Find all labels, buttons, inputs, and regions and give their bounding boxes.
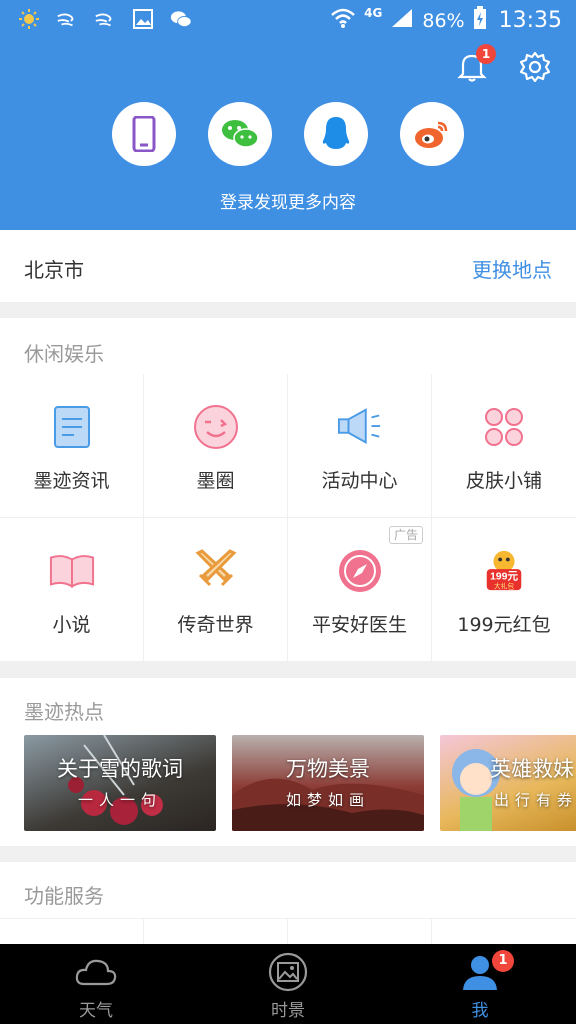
megaphone-icon xyxy=(337,404,383,450)
grid-item-red-envelope[interactable]: 199元 大礼包 199元红包 xyxy=(432,518,576,662)
badge-text: 199元 xyxy=(490,571,519,583)
badge-sub: 大礼包 xyxy=(494,581,514,590)
section-title: 休闲娱乐 xyxy=(24,342,104,366)
hot-card-subtitle: 出行有券 xyxy=(494,791,576,809)
photo-icon xyxy=(266,952,310,992)
wind-icon xyxy=(94,8,116,30)
grid-item-label: 传奇世界 xyxy=(177,614,254,636)
clock: 13:35 xyxy=(498,8,562,33)
grid-item-skin-shop[interactable]: 皮肤小铺 xyxy=(432,374,576,518)
login-options xyxy=(0,102,576,166)
notification-icons xyxy=(18,8,192,30)
weibo-login-button[interactable] xyxy=(400,102,464,166)
grid-item-label: 皮肤小铺 xyxy=(465,470,542,492)
section-title: 墨迹热点 xyxy=(24,700,104,724)
me-tab-badge: 1 xyxy=(492,950,514,972)
qq-icon xyxy=(322,117,350,149)
cartoon-image xyxy=(452,749,500,831)
location-row: 北京市 更换地点 xyxy=(0,230,576,302)
status-bar: 4G 86% 13:35 xyxy=(0,0,576,40)
compass-icon xyxy=(337,548,383,594)
phone-icon xyxy=(132,116,156,152)
wind-icon xyxy=(56,8,78,30)
sun-icon xyxy=(18,8,40,30)
tab-label: 天气 xyxy=(79,1001,113,1021)
hot-section: 墨迹热点 关于雪的歌词 一人一句 万物美景 如梦如画 英雄救妹 出行有券 xyxy=(0,678,576,846)
grid-item-label: 活动中心 xyxy=(321,470,398,492)
grid-item-label: 小说 xyxy=(52,614,91,636)
tab-me[interactable]: 我 xyxy=(384,944,576,1024)
swords-icon xyxy=(193,548,239,594)
phone-login-button[interactable] xyxy=(112,102,176,166)
login-prompt[interactable]: 登录发现更多内容 xyxy=(0,188,576,213)
hot-card[interactable]: 英雄救妹 出行有券 xyxy=(440,735,576,831)
hot-card-title: 英雄救妹 xyxy=(490,757,574,781)
smiley-icon xyxy=(193,404,239,450)
wechat-icon xyxy=(222,120,259,148)
hot-card[interactable]: 万物美景 如梦如画 xyxy=(232,735,424,831)
weibo-icon xyxy=(415,121,448,148)
grid-item-label: 墨圈 xyxy=(196,470,235,492)
book-icon xyxy=(49,548,95,594)
grid-item-label: 墨迹资讯 xyxy=(33,470,110,492)
profile-header: 4G 86% 13:35 1 登录发现更多内容 xyxy=(0,0,576,230)
flower-icon xyxy=(481,404,527,450)
leisure-section: 休闲娱乐 墨迹资讯 墨圈 活动中心 皮肤小铺 小说 传奇世界 广告 平安好医生 … xyxy=(0,318,576,662)
tab-label: 时景 xyxy=(271,1001,305,1021)
services-section: 功能服务 xyxy=(0,862,576,944)
ad-tag: 广告 xyxy=(388,526,423,544)
tab-weather[interactable]: 天气 xyxy=(0,944,192,1024)
battery-icon xyxy=(473,6,487,35)
grid-item-novel[interactable]: 小说 xyxy=(0,518,144,662)
current-city: 北京市 xyxy=(24,258,84,282)
hot-card[interactable]: 关于雪的歌词 一人一句 xyxy=(24,735,216,831)
grid-item-moquan[interactable]: 墨圈 xyxy=(144,374,288,518)
qq-login-button[interactable] xyxy=(304,102,368,166)
hot-card-title: 关于雪的歌词 xyxy=(57,757,183,781)
wifi-icon xyxy=(330,7,356,34)
divider xyxy=(431,919,432,944)
landscape-image xyxy=(232,778,424,831)
notification-badge: 1 xyxy=(476,44,496,64)
network-type: 4G xyxy=(364,5,383,20)
wechat-login-button[interactable] xyxy=(208,102,272,166)
grid-item-news[interactable]: 墨迹资讯 xyxy=(0,374,144,518)
gear-icon xyxy=(519,51,551,83)
battery-level: 86% xyxy=(422,9,465,32)
grid-item-label: 199元红包 xyxy=(457,614,551,636)
tab-scenery[interactable]: 时景 xyxy=(192,944,384,1024)
berries-image xyxy=(68,735,163,825)
section-title: 功能服务 xyxy=(24,884,104,908)
divider xyxy=(287,919,288,944)
settings-button[interactable] xyxy=(518,50,552,84)
tab-label: 我 xyxy=(471,1001,489,1021)
divider xyxy=(143,919,144,944)
wechat-icon xyxy=(170,8,192,30)
signal-icon xyxy=(390,7,414,34)
hot-card-title: 万物美景 xyxy=(286,757,370,781)
cloud-icon xyxy=(74,952,118,992)
grid-item-activity[interactable]: 活动中心 xyxy=(288,374,432,518)
grid-item-ping-an-doctor[interactable]: 广告 平安好医生 xyxy=(288,518,432,662)
hot-card-subtitle: 如梦如画 xyxy=(285,791,370,809)
grid-item-legend-world[interactable]: 传奇世界 xyxy=(144,518,288,662)
image-icon xyxy=(132,8,154,30)
grid-item-label: 平安好医生 xyxy=(311,614,407,636)
divider xyxy=(0,918,576,919)
change-location-link[interactable]: 更换地点 xyxy=(472,254,552,283)
system-status: 4G 86% 13:35 xyxy=(330,6,562,35)
news-icon xyxy=(49,404,95,450)
hot-card-subtitle: 一人一句 xyxy=(77,791,162,809)
bottom-tab-bar: 天气 时景 我 xyxy=(0,944,576,1024)
red-envelope-icon: 199元 大礼包 xyxy=(481,548,527,594)
